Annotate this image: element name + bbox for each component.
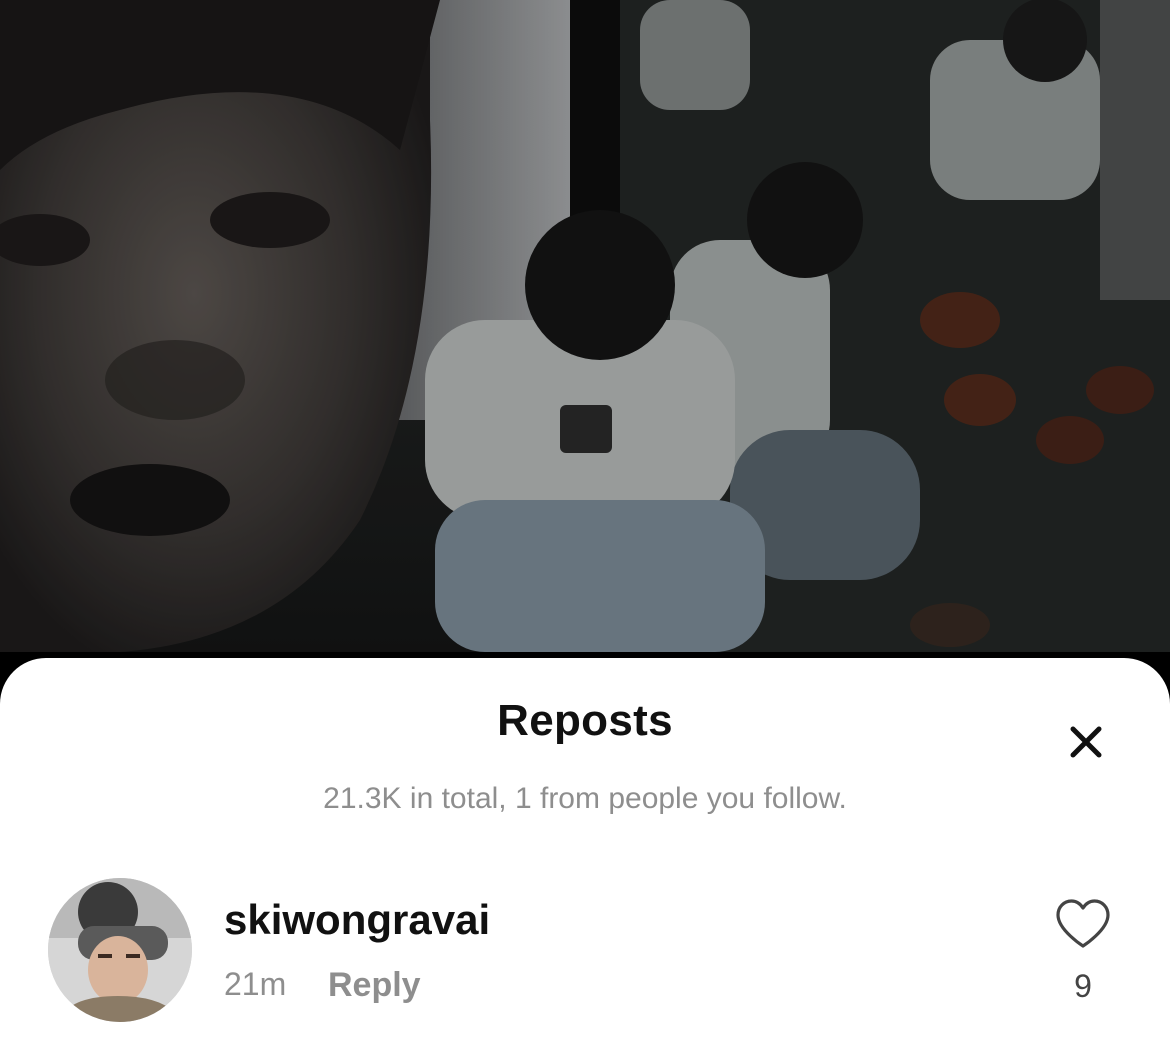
reposts-sheet: Reposts 21.3K in total, 1 from people yo…	[0, 658, 1170, 1045]
timestamp: 21m	[224, 966, 287, 1002]
heart-outline-icon	[1056, 899, 1110, 948]
sheet-title: Reposts	[497, 696, 673, 745]
video-frame[interactable]	[0, 0, 1170, 652]
close-button[interactable]	[1064, 720, 1108, 764]
avatar[interactable]	[48, 878, 192, 1022]
app-screen: Reposts 21.3K in total, 1 from people yo…	[0, 0, 1170, 1045]
repost-summary: 21.3K in total, 1 from people you follow…	[323, 782, 847, 815]
reply-button[interactable]: Reply	[328, 966, 421, 1005]
like-count: 9	[1074, 968, 1092, 1004]
list-item: skiwongravai 21m Reply 9	[0, 878, 1170, 1028]
close-icon	[1070, 726, 1102, 758]
like-button[interactable]	[1054, 898, 1112, 950]
username[interactable]: skiwongravai	[224, 896, 490, 944]
video-image	[0, 0, 1170, 652]
